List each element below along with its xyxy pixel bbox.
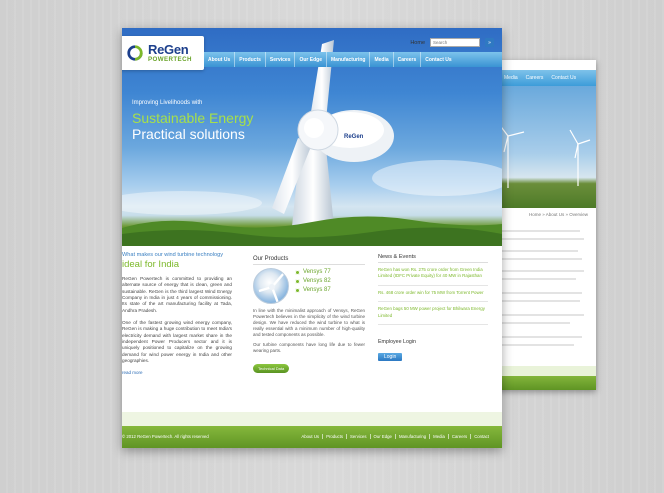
footer-link-our-edge[interactable]: Our Edge [371, 434, 396, 439]
search-input[interactable] [430, 38, 480, 47]
intro-kicker: What makes our wind turbine technology [122, 252, 224, 258]
divider [253, 264, 365, 265]
text-line [500, 344, 574, 346]
nav-manufacturing[interactable]: Manufacturing [327, 52, 371, 67]
text-line [500, 230, 580, 232]
employee-login-label: Employee Login [378, 338, 416, 345]
text-line [500, 270, 584, 272]
news-column: News & Events ReGen has won Rs. 275 cror… [378, 254, 488, 363]
products-paragraph: In line with the minimalist approach of … [253, 308, 365, 338]
text-line [500, 250, 578, 252]
nav-contact-us[interactable]: Contact Us [421, 52, 455, 67]
logo-mark-icon [127, 45, 143, 61]
text-line [500, 322, 570, 324]
text-line [500, 238, 584, 240]
secondary-breadcrumb: Home » About Us » Overview [528, 212, 588, 217]
brand-name: ReGen [148, 41, 189, 57]
nav-careers[interactable]: Careers [394, 52, 422, 67]
login-button[interactable]: Login [378, 352, 403, 361]
text-line [500, 300, 580, 302]
bullet-icon [295, 287, 300, 293]
footer-band [122, 412, 502, 426]
intro-column: What makes our wind turbine technology i… [122, 252, 232, 375]
news-title: News & Events [378, 254, 416, 260]
main-nav: About Us Products Services Our Edge Manu… [204, 52, 502, 67]
footer-link-manufacturing[interactable]: Manufacturing [396, 434, 431, 439]
footer-link-contact[interactable]: Contact [471, 434, 492, 439]
brand-subtitle: POWERTECH [148, 55, 192, 63]
banner-headline-green: Sustainable Energy [132, 110, 254, 126]
technical-data-button[interactable]: Technical Data [253, 364, 290, 374]
search-button[interactable]: » [485, 38, 494, 47]
product-thumbnail[interactable] [253, 268, 289, 304]
bullet-icon [295, 278, 300, 284]
text-line [500, 336, 582, 338]
news-item[interactable]: ReGen has won Rs. 275 crore order from G… [378, 263, 488, 286]
top-utility-bar: Home » [410, 38, 494, 47]
brand-logo[interactable]: ReGen POWERTECH [122, 36, 204, 70]
footer-link-products[interactable]: Products [323, 434, 348, 439]
footer-link-services[interactable]: Services [347, 434, 371, 439]
product-link-vensys-87[interactable]: Vensys 87 [295, 287, 331, 293]
intro-paragraph: One of the fastest growing wind energy c… [122, 320, 232, 364]
nav-about-us[interactable]: About Us [204, 52, 236, 67]
nav-media[interactable]: Media [370, 52, 394, 67]
bullet-icon [295, 269, 300, 275]
nav-services[interactable]: Services [266, 52, 296, 67]
footer: © 2012 ReGen Powertech. All rights reser… [122, 426, 502, 448]
text-line [500, 258, 582, 260]
read-more-link[interactable]: read more [122, 370, 232, 375]
nav-our-edge[interactable]: Our Edge [295, 52, 327, 67]
footer-link-media[interactable]: Media [430, 434, 449, 439]
secondary-nav-item[interactable]: Careers [526, 75, 544, 86]
nav-products[interactable]: Products [235, 52, 266, 67]
main-page-mockup: ReGen Improving Livelihoods with Sustain… [122, 28, 502, 448]
products-title: Our Products [253, 256, 289, 262]
text-line [500, 292, 582, 294]
hub-logo-text: ReGen [344, 134, 364, 140]
intro-headline: ideal for India [122, 259, 180, 270]
footer-link-about-us[interactable]: About Us [298, 434, 324, 439]
products-column: Our Products Vensys 77 Vensys 82 Vensys … [253, 256, 365, 375]
text-line [500, 278, 576, 280]
banner-headline-white: Practical solutions [132, 126, 245, 142]
turbine-thumb-icon [258, 272, 285, 303]
copyright-text: © 2012 ReGen Powertech. All rights reser… [122, 434, 209, 439]
text-line [500, 314, 584, 316]
footer-link-careers[interactable]: Careers [449, 434, 472, 439]
banner-tagline: Improving Livelihoods with [132, 100, 203, 106]
product-link-vensys-77[interactable]: Vensys 77 [295, 269, 331, 275]
products-paragraph: Our turbine components have long life du… [253, 342, 365, 354]
footer-links: About Us Products Services Our Edge Manu… [298, 434, 492, 439]
secondary-nav-item[interactable]: Contact Us [551, 75, 576, 86]
news-item[interactable]: ReGen bags 50 MW power project for Bhilw… [378, 302, 488, 325]
news-item[interactable]: Rs. 468 crore order win for 75 MW from T… [378, 286, 488, 303]
secondary-nav-item[interactable]: Media [504, 75, 518, 86]
home-link[interactable]: Home [410, 40, 425, 46]
product-link-vensys-82[interactable]: Vensys 82 [295, 278, 331, 284]
intro-paragraph: ReGen Powertech is committed to providin… [122, 276, 232, 313]
